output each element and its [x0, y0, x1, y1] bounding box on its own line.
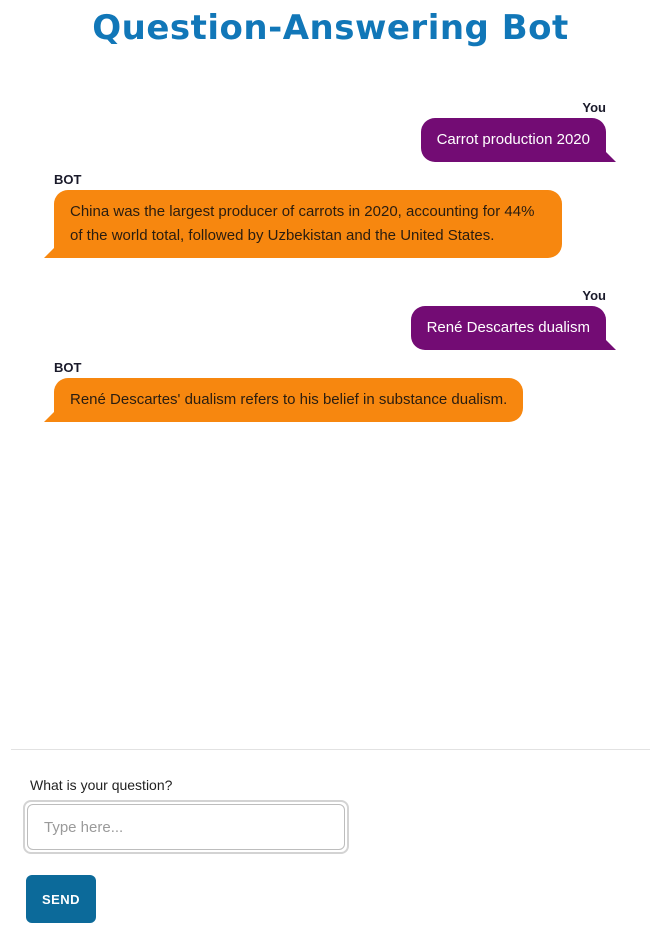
message-sender: BOT	[54, 172, 82, 187]
bot-message: BOT René Descartes' dualism refers to hi…	[43, 360, 524, 422]
message-bubble: René Descartes' dualism refers to his be…	[43, 378, 524, 422]
question-input-wrapper	[23, 800, 349, 854]
message-bubble: Carrot production 2020	[420, 118, 617, 162]
user-message: You Carrot production 2020	[420, 100, 617, 162]
chat-log: You Carrot production 2020 BOT China was…	[0, 100, 661, 740]
bot-message: BOT China was the largest producer of ca…	[44, 172, 562, 258]
divider	[11, 749, 650, 750]
message-sender: You	[582, 100, 606, 115]
message-bubble: China was the largest producer of carrot…	[44, 190, 562, 258]
user-message: You René Descartes dualism	[410, 288, 617, 350]
page-title: Question-Answering Bot	[92, 8, 569, 48]
send-button[interactable]: SEND	[26, 875, 96, 923]
message-bubble: René Descartes dualism	[410, 306, 617, 350]
message-sender: You	[582, 288, 606, 303]
message-sender: BOT	[54, 360, 82, 375]
question-label: What is your question?	[30, 777, 173, 793]
question-input[interactable]	[27, 804, 345, 850]
